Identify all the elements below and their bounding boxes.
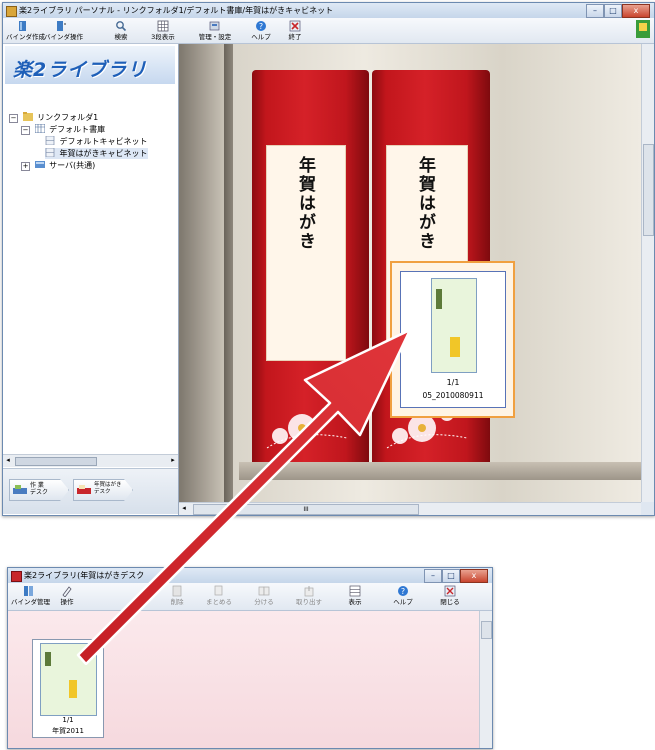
- svg-text:?: ?: [259, 22, 263, 31]
- help-button[interactable]: ? ヘルプ: [246, 20, 276, 41]
- exit-icon: [289, 20, 301, 32]
- desk-icon: [13, 485, 27, 494]
- settings-icon: [209, 21, 220, 31]
- shelf-vscroll[interactable]: [641, 44, 654, 502]
- scroll-left-icon[interactable]: ◂: [3, 455, 13, 466]
- grid-icon: [157, 20, 169, 32]
- window-controls: – □ x: [586, 4, 650, 18]
- window-controls: – □ x: [424, 569, 488, 583]
- binder-manage-icon: [24, 586, 33, 596]
- settings-button[interactable]: 管理・設定: [197, 20, 233, 41]
- tree-item-default-cabinet[interactable]: デフォルトキャビネット: [45, 136, 148, 147]
- close-window-icon: [444, 585, 456, 597]
- page-content-marks: [45, 652, 51, 666]
- folder-icon: [22, 112, 33, 121]
- library-icon: [34, 124, 45, 133]
- thumbnail-filename: 年賀2011: [52, 727, 84, 735]
- main-toolbar: バインダ作成 バインダ操作 検索 3段表示 管理・設定 ? ヘルプ 終了: [3, 18, 654, 44]
- binder-ops-button[interactable]: バインダ操作: [44, 20, 83, 41]
- search-button[interactable]: 検索: [107, 20, 135, 41]
- maximize-button[interactable]: □: [442, 569, 460, 583]
- postcard-page: [431, 278, 477, 373]
- expand-toggle-icon[interactable]: +: [21, 162, 30, 171]
- help-icon: ?: [256, 21, 266, 31]
- minimize-button[interactable]: –: [424, 569, 442, 583]
- cabinet-icon: [45, 148, 55, 157]
- close-desk-button[interactable]: 閉じる: [438, 585, 462, 606]
- page-content-marks: [69, 680, 77, 698]
- server-icon: [34, 161, 45, 168]
- scroll-thumb[interactable]: [643, 144, 654, 236]
- exit-button[interactable]: 終了: [283, 20, 307, 41]
- app-logo-banner: 楽2ライブラリ: [5, 46, 175, 84]
- scroll-thumb[interactable]: [481, 621, 492, 639]
- thumbnail-filename: 05_2010080911: [422, 391, 484, 400]
- app-logo-text: 楽2ライブラリ: [13, 59, 148, 81]
- collapse-toggle-icon[interactable]: −: [9, 114, 18, 123]
- desk-vscroll[interactable]: [479, 611, 492, 748]
- collapse-toggle-icon[interactable]: −: [21, 126, 30, 135]
- search-icon: [116, 21, 127, 32]
- binder-ops-icon: [57, 21, 66, 31]
- tree-item-default-library[interactable]: − デフォルト書庫: [21, 124, 105, 135]
- binder-create-button[interactable]: バインダ作成: [6, 20, 45, 41]
- tree-item-nenga-cabinet[interactable]: 年賀はがきキャビネット: [45, 148, 148, 159]
- easy-fit-icon[interactable]: [636, 20, 650, 38]
- minimize-button[interactable]: –: [586, 4, 604, 18]
- binder-manage-button[interactable]: バインダ管理: [11, 585, 50, 606]
- document-thumbnail[interactable]: 1/1 05_2010080911: [400, 271, 506, 408]
- close-button[interactable]: x: [622, 4, 650, 18]
- close-button[interactable]: x: [460, 569, 488, 583]
- tree-item-link-folder[interactable]: − リンクフォルダ1: [9, 112, 98, 123]
- cabinet-icon: [45, 136, 55, 145]
- three-row-view-button[interactable]: 3段表示: [147, 20, 179, 41]
- app-icon: [6, 6, 17, 17]
- main-window-title: 楽2ライブラリ パーソナル - リンクフォルダ1/デフォルト書庫/年賀はがきキャ…: [19, 6, 334, 15]
- tree-item-server[interactable]: + サーバ(共通): [21, 160, 95, 171]
- binder-create-icon: [19, 21, 26, 31]
- page-content-marks: [436, 289, 442, 309]
- thumbnail-page-counter: 1/1: [62, 716, 74, 724]
- page-content-marks: [450, 337, 460, 357]
- main-window-titlebar[interactable]: 楽2ライブラリ パーソナル - リンクフォルダ1/デフォルト書庫/年賀はがきキャ…: [3, 3, 654, 18]
- maximize-button[interactable]: □: [604, 4, 622, 18]
- drag-direction-arrow-icon: [76, 328, 412, 665]
- desk-app-icon: [11, 571, 22, 582]
- thumbnail-page-counter: 1/1: [446, 378, 460, 387]
